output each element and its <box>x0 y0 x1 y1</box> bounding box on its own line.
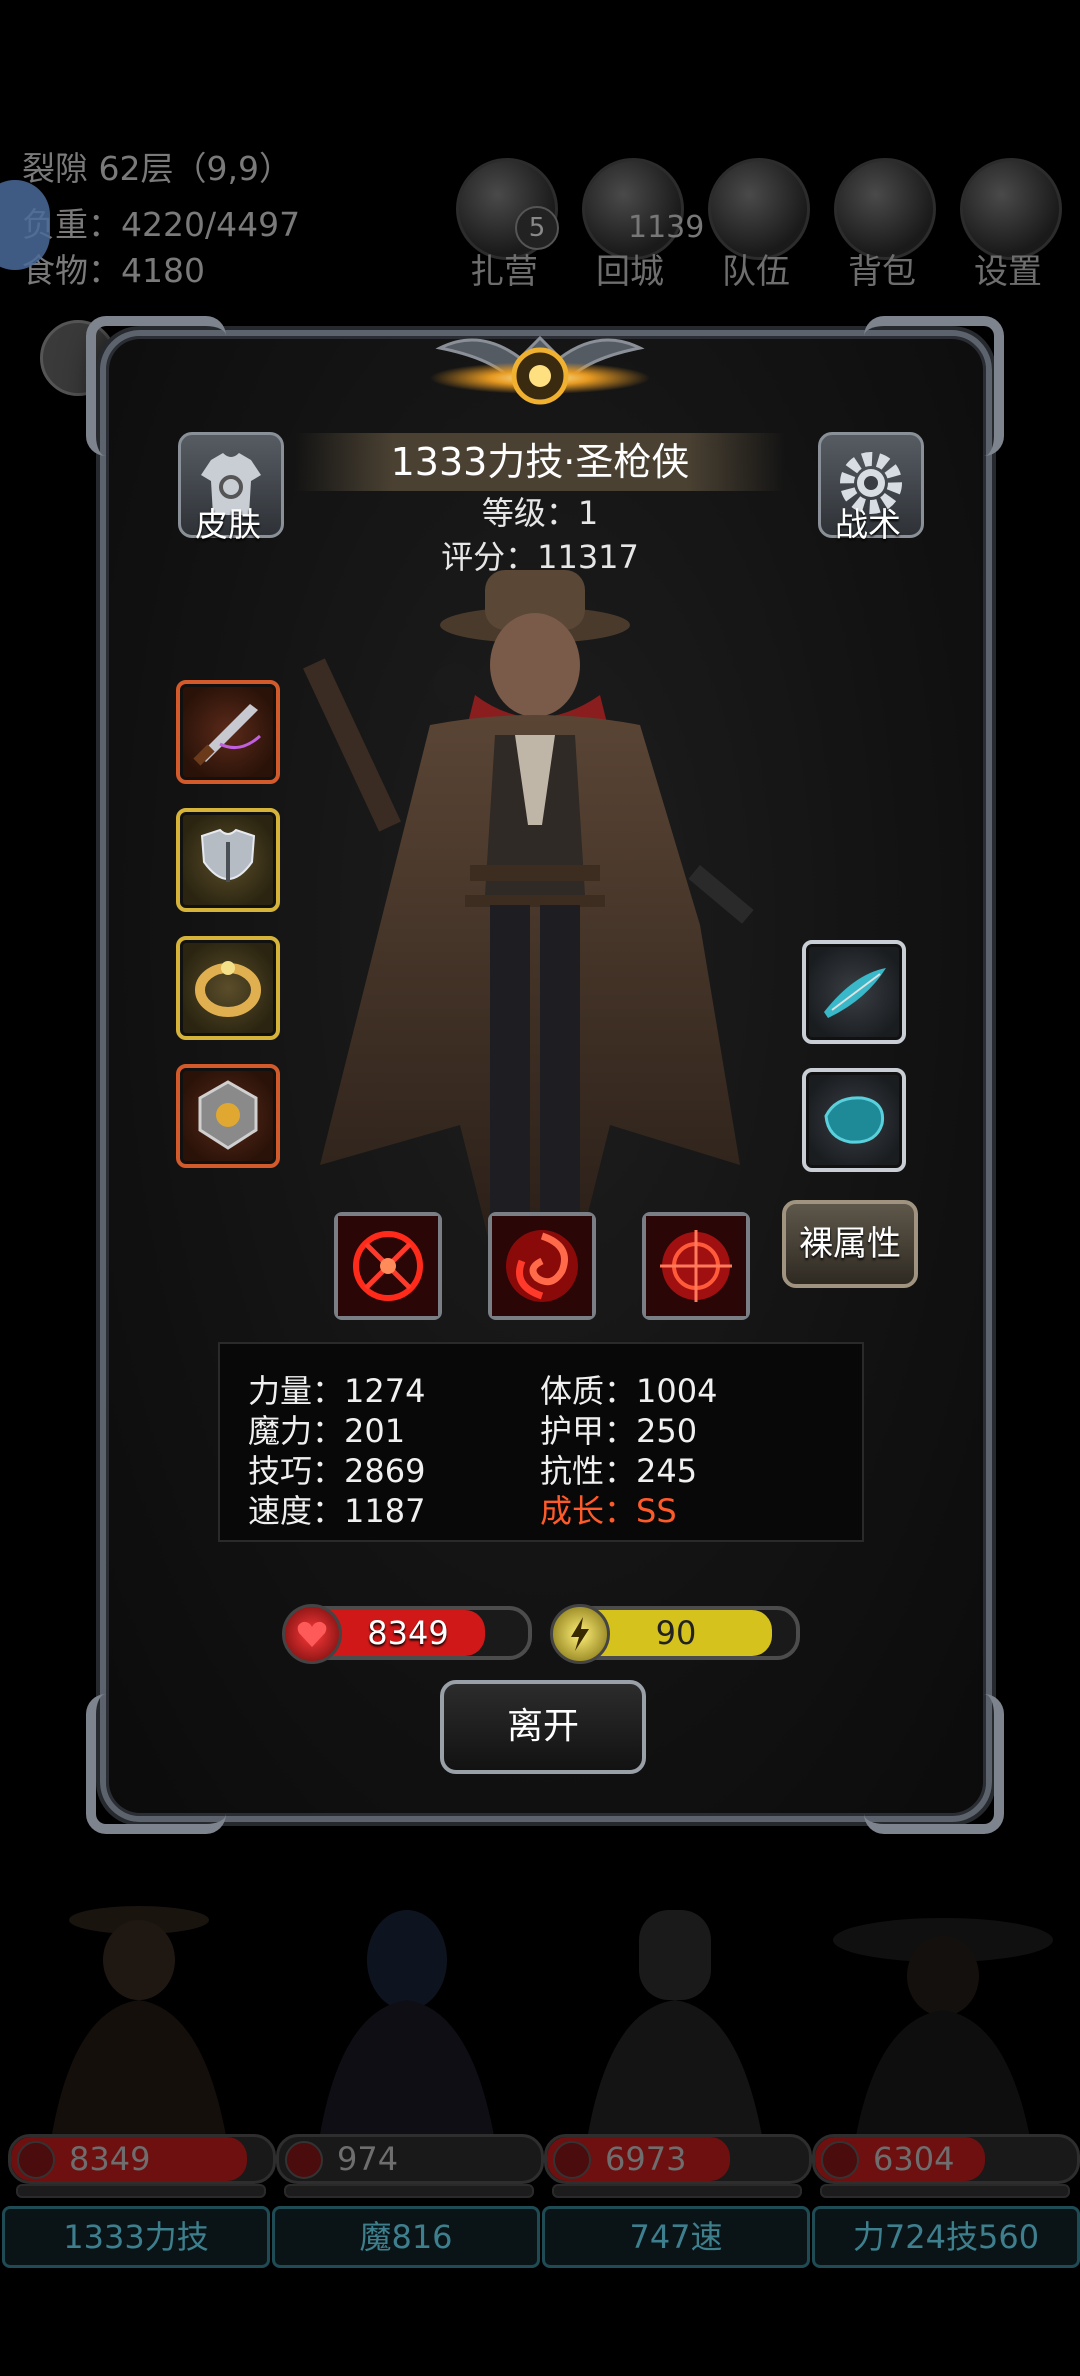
team-label: 队伍 <box>722 252 790 292</box>
trinket-slot[interactable] <box>802 940 906 1044</box>
team-member-portrait[interactable] <box>8 1880 270 2160</box>
frame-corner <box>86 1694 226 1834</box>
team-member-hp: 8349 <box>69 2140 151 2178</box>
chestplate-icon <box>200 828 256 882</box>
hero-portrait <box>303 570 754 1245</box>
blood-icon <box>821 2141 859 2179</box>
bag-label: 背包 <box>848 252 916 292</box>
settings-label: 设置 <box>974 252 1042 292</box>
energy-value: 90 <box>655 1614 697 1652</box>
return-badge: 1139 <box>628 210 705 245</box>
team-member-portrait[interactable] <box>544 1880 806 2160</box>
team-member-hp-bar: 6973 <box>544 2134 812 2184</box>
crosshair-skill-icon <box>338 1216 438 1316</box>
team-member-hp-bar: 6304 <box>812 2134 1080 2184</box>
team-member-name[interactable]: 魔816 <box>272 2206 540 2268</box>
stat-growth: 成长：SS <box>540 1492 677 1530</box>
team-member-name[interactable]: 747速 <box>542 2206 810 2268</box>
camp-label: 扎营 <box>470 252 538 292</box>
team-member-xp-bar <box>552 2184 802 2198</box>
team-member-xp-bar <box>284 2184 534 2198</box>
team-member-hp-bar: 8349 <box>8 2134 276 2184</box>
weight-label: 负重：4220/4497 <box>22 205 301 244</box>
tactics-label: 战术 <box>835 505 901 544</box>
team-member-hp: 6304 <box>873 2140 955 2178</box>
team-member-hp-bar: 974 <box>276 2134 544 2184</box>
team-member-hp: 974 <box>337 2140 399 2178</box>
skill-slot-3[interactable] <box>642 1212 750 1320</box>
chat-icon[interactable] <box>0 180 50 270</box>
hp-bar: 8349 <box>282 1604 532 1664</box>
amulet-icon <box>198 1080 258 1150</box>
team-member-name[interactable]: 1333力技 <box>2 2206 270 2268</box>
gem-icon <box>824 1096 885 1144</box>
energy-bar: 90 <box>550 1604 800 1664</box>
team-member-hp: 6973 <box>605 2140 687 2178</box>
character-name: 1333力技·圣枪侠 <box>295 433 785 491</box>
skill-slot-2[interactable] <box>488 1212 596 1320</box>
amulet-slot[interactable] <box>176 1064 280 1168</box>
blood-icon <box>285 2141 323 2179</box>
target-skill-icon <box>646 1216 746 1316</box>
crest-emblem-icon <box>430 335 650 405</box>
dagger-icon <box>193 704 262 766</box>
blood-icon <box>553 2141 591 2179</box>
return-label: 回城 <box>596 252 664 292</box>
naked-attributes-button[interactable]: 裸属性 <box>782 1200 918 1288</box>
frame-corner <box>864 1694 1004 1834</box>
blood-icon <box>17 2141 55 2179</box>
team-member-portrait[interactable] <box>276 1880 538 2160</box>
team-member-xp-bar <box>16 2184 266 2198</box>
team-member-name[interactable]: 力724技560 <box>812 2206 1080 2268</box>
team-member-xp-bar <box>820 2184 1070 2198</box>
swirl-skill-icon <box>492 1216 592 1316</box>
skin-label: 皮肤 <box>195 505 261 544</box>
team-member-portrait[interactable] <box>812 1880 1074 2160</box>
gem-slot[interactable] <box>802 1068 906 1172</box>
ring-icon <box>195 961 261 1017</box>
food-label: 食物：4180 <box>22 251 205 290</box>
ring-slot[interactable] <box>176 936 280 1040</box>
feather-icon <box>824 968 886 1018</box>
location-label: 裂隙 62层（9,9） <box>22 149 292 188</box>
armor-slot[interactable] <box>176 808 280 912</box>
skill-slot-1[interactable] <box>334 1212 442 1320</box>
weapon-slot[interactable] <box>176 680 280 784</box>
hp-value: 8349 <box>367 1614 449 1652</box>
stat-speed: 速度：1187 <box>248 1492 426 1530</box>
leave-button[interactable]: 离开 <box>440 1680 646 1774</box>
